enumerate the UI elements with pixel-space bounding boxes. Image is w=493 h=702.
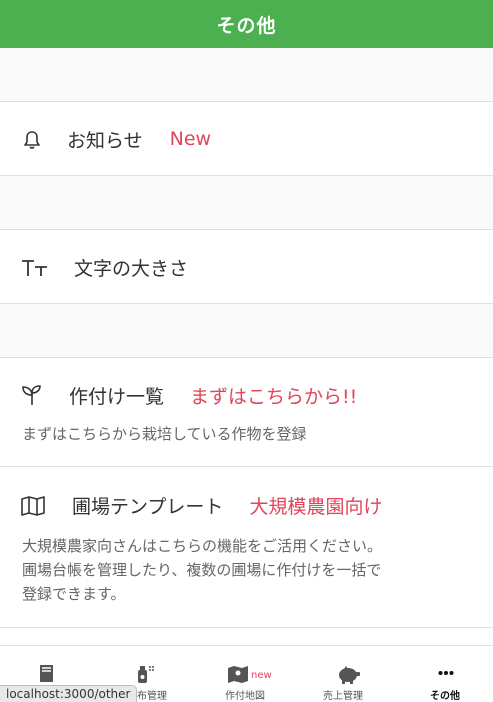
sprayer-icon xyxy=(138,666,154,683)
page-title: その他 xyxy=(216,14,277,37)
more-icon xyxy=(438,671,454,675)
nav-item-crop-map[interactable]: new 作付地図 xyxy=(196,646,294,702)
notifications-row[interactable]: お知らせ New xyxy=(0,102,493,175)
new-badge: New xyxy=(169,128,212,150)
map-pin-icon xyxy=(228,666,248,683)
field-template-row[interactable]: 圃場テンプレート 大規模農園向け 大規模農家向さんはこちらの機能をご活用ください… xyxy=(0,467,493,627)
field-template-label: 圃場テンプレート xyxy=(72,495,224,518)
bell-icon xyxy=(24,131,40,149)
font-size-label: 文字の大きさ xyxy=(74,257,189,280)
description-line: 大規模農家向さんはこちらの機能をご活用ください。 xyxy=(22,537,383,555)
nav-label: 作付地図 xyxy=(225,691,265,702)
section-spacer xyxy=(0,176,493,229)
crops-label: 作付け一覧 xyxy=(69,385,165,408)
nav-label: 売上管理 xyxy=(323,691,363,702)
nav-new-badge: new xyxy=(251,670,272,681)
description-line: 圃場台帳を管理したり、複数の圃場に作付けを一括で xyxy=(22,561,382,579)
divider xyxy=(0,627,493,628)
crops-description: まずはこちらから栽培している作物を登録 xyxy=(22,425,307,443)
crops-highlight: まずはこちらから!! xyxy=(190,385,358,408)
field-template-description: 大規模農家向さんはこちらの機能をご活用ください。 圃場台帳を管理したり、複数の圃… xyxy=(22,534,382,606)
section-spacer xyxy=(0,48,493,101)
notifications-label: お知らせ xyxy=(67,129,143,152)
crops-row[interactable]: 作付け一覧 まずはこちらから!! まずはこちらから栽培している作物を登録 xyxy=(0,358,493,466)
section-spacer xyxy=(0,304,493,357)
nav-item-other[interactable]: その他 xyxy=(396,646,493,702)
nav-item-sales[interactable]: 売上管理 xyxy=(294,646,392,702)
piggy-bank-icon xyxy=(339,666,360,684)
field-template-highlight: 大規模農園向け xyxy=(249,495,383,518)
sprout-icon xyxy=(22,385,41,405)
status-url: localhost:3000/other xyxy=(0,685,138,702)
description-line: 登録できます。 xyxy=(22,585,126,603)
nav-label: その他 xyxy=(430,691,460,702)
book-icon xyxy=(40,665,53,682)
font-size-row[interactable]: 文字の大きさ xyxy=(0,230,493,303)
text-size-icon xyxy=(22,260,47,276)
page-header: その他 xyxy=(0,0,493,48)
map-icon xyxy=(21,496,45,516)
